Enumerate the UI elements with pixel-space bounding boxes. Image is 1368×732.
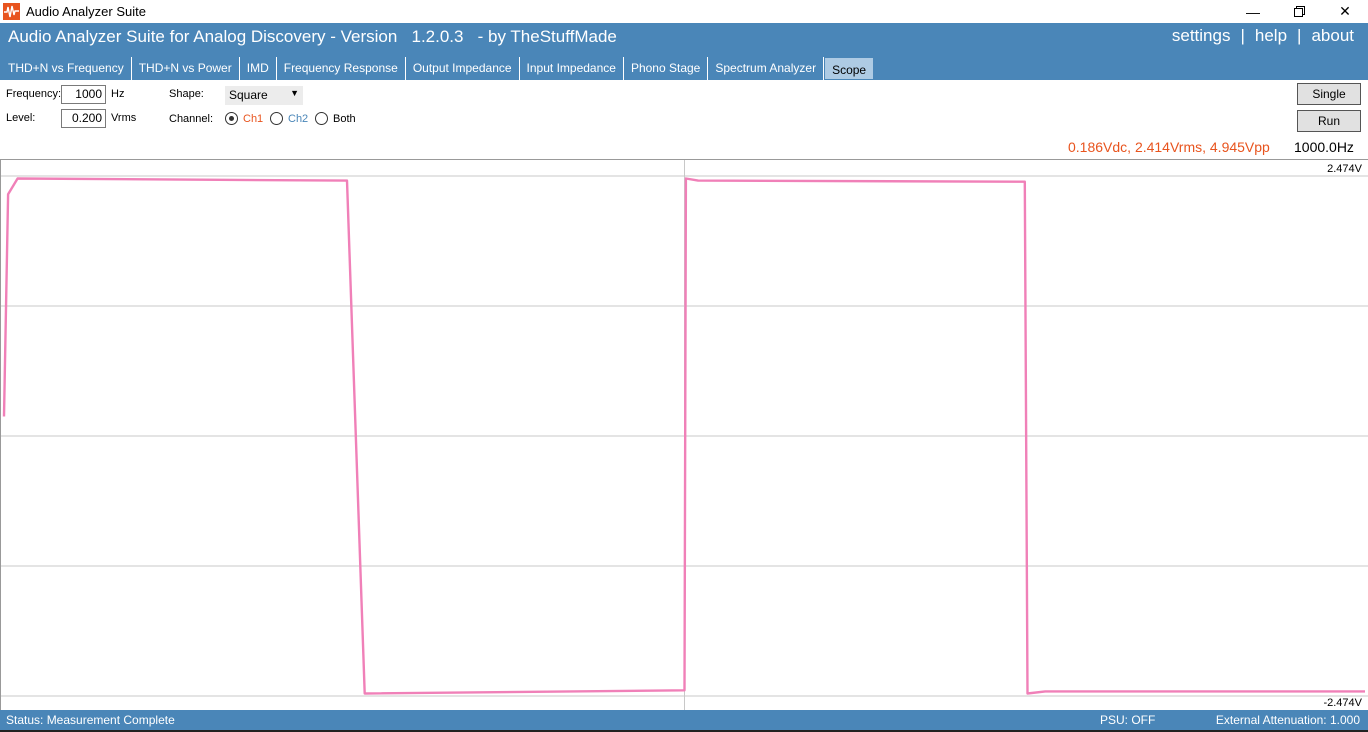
shape-select-value: Square	[229, 88, 268, 102]
close-icon[interactable]: ✕	[1322, 0, 1368, 23]
link-separator: |	[1297, 26, 1302, 45]
single-button[interactable]: Single	[1297, 83, 1361, 105]
tab-output-impedance[interactable]: Output Impedance	[406, 57, 520, 80]
shape-select[interactable]: Square ▼	[225, 86, 303, 105]
tab-phono-stage[interactable]: Phono Stage	[624, 57, 709, 80]
scope-chart: 2.474V -2.474V	[1, 160, 1368, 710]
both-radio-label: Both	[333, 113, 356, 125]
window-title: Audio Analyzer Suite	[26, 4, 146, 19]
frequency-unit: Hz	[111, 88, 125, 100]
header-links: settings | help | about	[1172, 26, 1354, 46]
channel-label: Channel:	[169, 113, 214, 125]
frequency-input[interactable]: 1000	[61, 85, 106, 104]
status-text: Status: Measurement Complete	[6, 713, 175, 727]
frequency-label: Frequency:	[6, 88, 62, 100]
chevron-down-icon: ▼	[290, 88, 299, 98]
y-min-label: -2.474V	[1323, 697, 1362, 709]
ch2-radio-label: Ch2	[288, 113, 309, 125]
app-header: Audio Analyzer Suite for Analog Discover…	[0, 23, 1368, 57]
tab-thdn-vs-power[interactable]: THD+N vs Power	[132, 57, 240, 80]
app-waveform-icon	[3, 3, 20, 20]
ch1-radio-label: Ch1	[243, 113, 264, 125]
about-link[interactable]: about	[1311, 26, 1354, 46]
both-radio[interactable]	[315, 112, 328, 125]
attenuation-status: External Attenuation: 1.000	[1215, 713, 1360, 727]
link-separator: |	[1240, 26, 1245, 45]
measurement-readout: 0.186Vdc, 2.414Vrms, 4.945Vpp	[1068, 139, 1270, 155]
tab-thdn-vs-frequency[interactable]: THD+N vs Frequency	[1, 57, 132, 80]
level-input[interactable]: 0.200	[61, 109, 106, 128]
tab-input-impedance[interactable]: Input Impedance	[520, 57, 624, 80]
psu-status: PSU: OFF	[1100, 713, 1156, 727]
level-unit: Vrms	[111, 112, 137, 124]
level-label: Level:	[6, 112, 36, 124]
help-link[interactable]: help	[1255, 26, 1287, 46]
run-button[interactable]: Run	[1297, 110, 1361, 132]
minimize-icon[interactable]: —	[1230, 0, 1276, 23]
tab-frequency-response[interactable]: Frequency Response	[277, 57, 406, 80]
app-title: Audio Analyzer Suite for Analog Discover…	[8, 27, 617, 46]
y-max-label: 2.474V	[1327, 163, 1363, 175]
scope-plot: 2.474V -2.474V	[0, 159, 1368, 710]
shape-label: Shape:	[169, 88, 204, 100]
settings-link[interactable]: settings	[1172, 26, 1231, 46]
ch1-radio[interactable]	[225, 112, 238, 125]
frequency-readout: 1000.0Hz	[1294, 139, 1354, 155]
tab-spectrum-analyzer[interactable]: Spectrum Analyzer	[708, 57, 825, 80]
status-bar: Status: Measurement Complete PSU: OFF Ex…	[0, 710, 1368, 730]
tab-strip: THD+N vs Frequency THD+N vs Power IMD Fr…	[0, 57, 1368, 80]
ch2-radio[interactable]	[270, 112, 283, 125]
window-titlebar: Audio Analyzer Suite — ✕	[0, 0, 1368, 23]
restore-icon[interactable]	[1276, 0, 1322, 23]
tab-scope[interactable]: Scope	[824, 57, 875, 80]
tab-imd[interactable]: IMD	[240, 57, 277, 80]
